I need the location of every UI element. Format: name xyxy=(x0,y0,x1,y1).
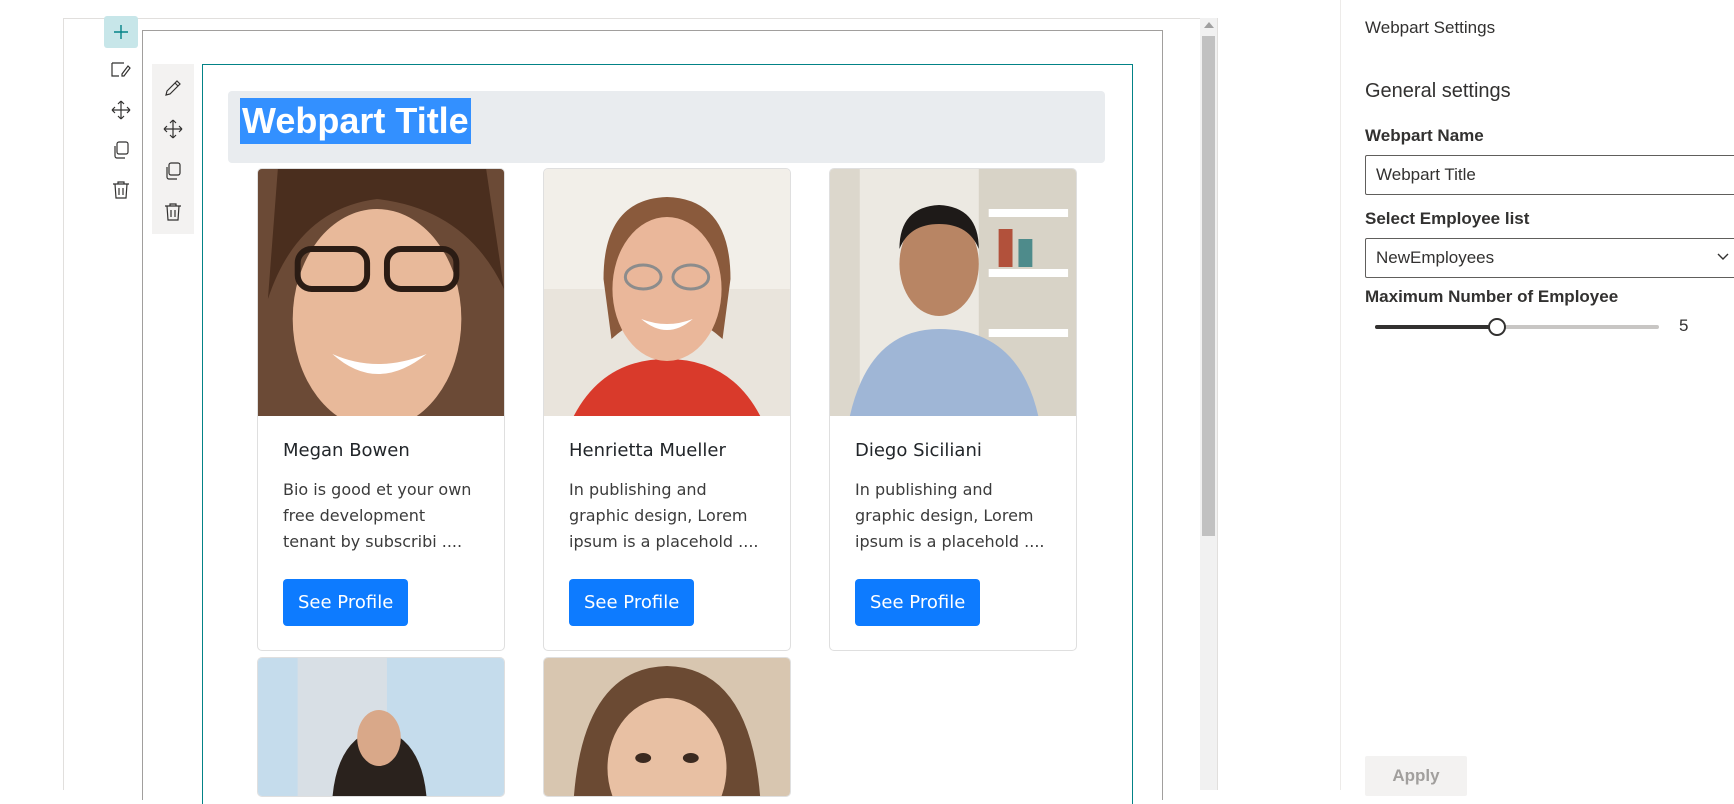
property-pane-header: Webpart Settings xyxy=(1365,18,1496,37)
webpart-name-field[interactable]: Webpart Title xyxy=(1365,155,1734,195)
employee-name: Henrietta Mueller xyxy=(569,440,726,461)
employee-list-label: Select Employee list xyxy=(1365,209,1530,228)
employee-card: Henrietta Mueller In publishing and grap… xyxy=(543,168,791,651)
see-profile-button[interactable]: See Profile xyxy=(855,579,981,626)
see-profile-button[interactable]: See Profile xyxy=(283,579,409,626)
section-toolbar xyxy=(103,16,139,212)
employee-list-dropdown[interactable]: NewEmployees xyxy=(1365,238,1734,278)
move-icon xyxy=(163,119,183,139)
employee-name: Megan Bowen xyxy=(283,440,410,461)
move-webpart-button[interactable] xyxy=(153,110,193,150)
employee-card: Megan Bowen Bio is good et your own free… xyxy=(257,168,505,651)
add-section-button[interactable] xyxy=(104,16,138,48)
delete-webpart-button[interactable] xyxy=(153,193,193,233)
edit-webpart-button[interactable] xyxy=(153,68,193,108)
pencil-icon xyxy=(165,79,181,96)
employee-photo xyxy=(258,169,504,416)
max-employee-label: Maximum Number of Employee xyxy=(1365,287,1619,306)
employee-photo xyxy=(830,169,1076,416)
slider-fill xyxy=(1375,325,1498,329)
slider-value: 5 xyxy=(1679,316,1689,335)
employee-bio: Bio is good et your own free development… xyxy=(283,480,472,551)
move-section-button[interactable] xyxy=(103,92,139,128)
employee-card: Diego Siciliani In publishing and graphi… xyxy=(829,168,1077,651)
max-employee-slider[interactable] xyxy=(1375,325,1659,329)
delete-section-button[interactable] xyxy=(103,172,139,208)
delete-icon xyxy=(165,203,181,221)
dropdown-selected-value: NewEmployees xyxy=(1376,248,1495,267)
webpart-name-label: Webpart Name xyxy=(1365,126,1484,145)
scrollbar-thumb[interactable] xyxy=(1202,36,1215,536)
employee-bio: In publishing and graphic design, Lorem … xyxy=(569,480,759,551)
see-profile-button[interactable]: See Profile xyxy=(569,579,695,626)
employee-card xyxy=(257,657,505,797)
apply-button[interactable]: Apply xyxy=(1365,756,1467,796)
edit-section-button[interactable] xyxy=(103,52,139,88)
scroll-up-arrow-icon[interactable] xyxy=(1204,22,1214,28)
duplicate-icon xyxy=(166,162,181,180)
chevron-down-icon xyxy=(1717,253,1729,260)
employee-bio: In publishing and graphic design, Lorem … xyxy=(855,480,1045,551)
group-title: General settings xyxy=(1365,80,1511,102)
duplicate-section-button[interactable] xyxy=(103,132,139,168)
page-canvas: Webpart Title Megan Bowen Bio is good et… xyxy=(0,0,1340,804)
employee-photo xyxy=(544,658,790,796)
move-icon xyxy=(111,100,131,120)
edit-section-icon xyxy=(111,62,131,77)
webpart-toolbar xyxy=(152,64,194,234)
employee-card xyxy=(543,657,791,797)
property-pane: Webpart Settings General settings Webpar… xyxy=(1341,0,1734,796)
add-icon xyxy=(114,25,128,39)
duplicate-webpart-button[interactable] xyxy=(153,151,193,191)
employee-photo xyxy=(544,169,790,416)
slider-thumb[interactable] xyxy=(1488,318,1507,336)
duplicate-icon xyxy=(114,141,129,159)
employee-photo xyxy=(258,658,504,796)
delete-icon xyxy=(113,181,129,199)
webpart-title[interactable]: Webpart Title xyxy=(240,98,471,144)
employee-name: Diego Siciliani xyxy=(855,440,982,461)
